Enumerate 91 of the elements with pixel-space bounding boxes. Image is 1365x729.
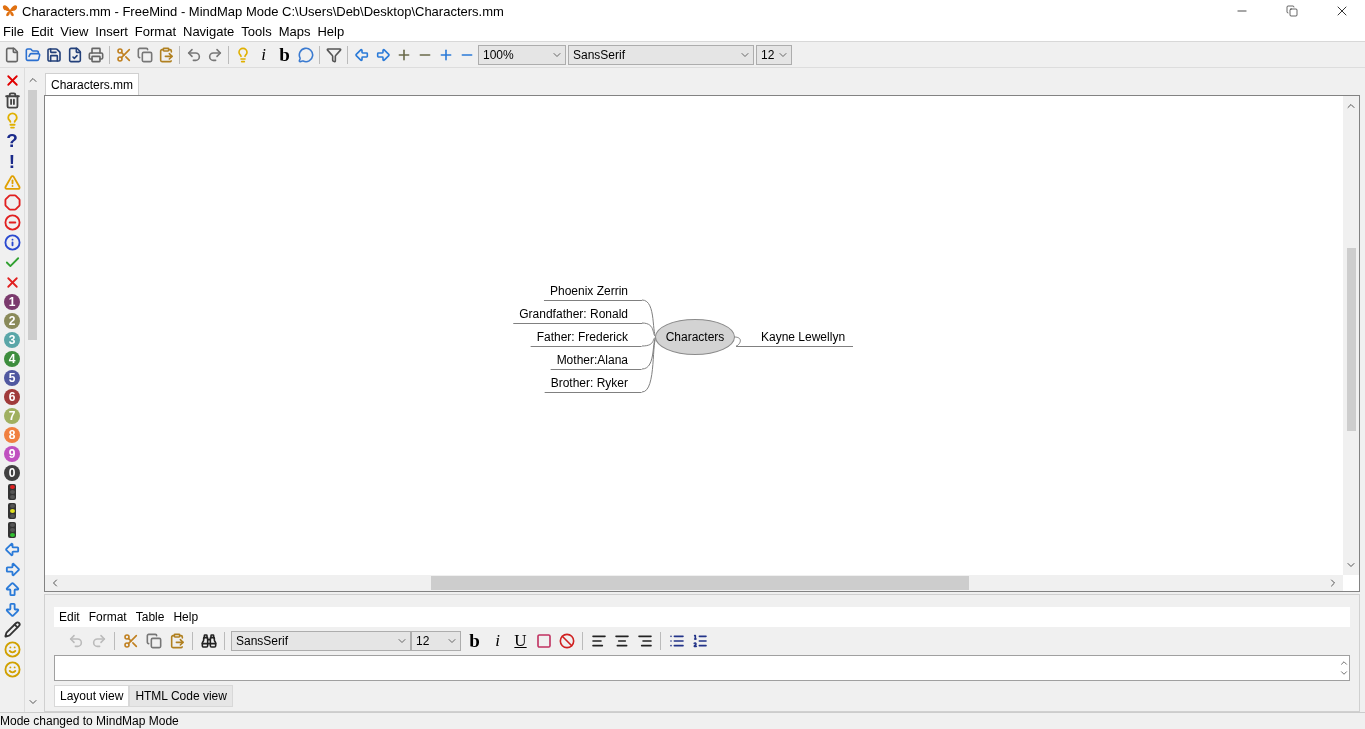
font-size-dropdown[interactable]: 12 (411, 631, 461, 651)
view-tab[interactable]: HTML Code view (129, 685, 233, 707)
menu-item[interactable]: Help (314, 24, 349, 39)
scrollbar-thumb[interactable] (28, 90, 37, 340)
number-icon[interactable]: 1 (4, 294, 20, 310)
arrow-right-icon[interactable] (374, 46, 391, 63)
menu-item[interactable]: Edit (56, 610, 84, 624)
copy-icon[interactable] (145, 633, 162, 649)
menu-item[interactable]: Maps (275, 24, 315, 39)
traffic-light-icon[interactable] (8, 484, 16, 500)
clear-format-icon[interactable] (558, 633, 575, 649)
note-input-field[interactable] (54, 655, 1350, 681)
warning-icon[interactable] (3, 174, 21, 191)
traffic-light-icon[interactable] (8, 522, 16, 538)
filter-icon[interactable] (325, 46, 342, 63)
menu-item[interactable]: Help (170, 610, 203, 624)
status-bar: Mode changed to MindMap Mode (0, 712, 1365, 729)
font-dropdown[interactable]: SansSerif (568, 44, 754, 65)
number-icon[interactable]: 9 (4, 446, 20, 462)
mind-map-node[interactable]: Grandfather: Ronald (513, 306, 642, 324)
symbol-icon[interactable]: ? (3, 132, 21, 150)
align-center-icon[interactable] (613, 633, 630, 649)
number-icon[interactable]: 6 (4, 389, 20, 405)
bullet-list-icon[interactable] (668, 633, 685, 649)
scroll-up-icon[interactable] (1339, 658, 1349, 668)
scrollbar-thumb[interactable] (1346, 247, 1356, 431)
number-icon[interactable]: 2 (4, 313, 20, 329)
pencil-icon[interactable] (3, 621, 21, 638)
arrow-left-icon[interactable] (353, 46, 370, 63)
bold-button[interactable]: b (275, 44, 294, 65)
save-icon[interactable] (45, 46, 62, 63)
number-icon[interactable]: 0 (4, 465, 20, 481)
menu-item[interactable]: Format (131, 24, 180, 39)
arrow-left-icon[interactable] (3, 541, 21, 558)
mind-map-node[interactable]: Kayne Lewellyn (736, 329, 854, 347)
menu-item[interactable]: Tools (238, 24, 276, 39)
font-size-dropdown[interactable]: 12 (756, 44, 792, 65)
connector-line (733, 336, 741, 347)
menu-item[interactable]: Navigate (180, 24, 239, 39)
numbered-list-icon[interactable] (691, 633, 708, 649)
stop-sign-icon[interactable] (3, 194, 21, 211)
scrollbar-thumb[interactable] (431, 576, 969, 590)
italic-button[interactable]: i (488, 631, 507, 651)
arrow-right-icon[interactable] (3, 561, 21, 578)
new-file-icon[interactable] (3, 46, 20, 63)
mind-map-node[interactable]: Phoenix Zerrin (543, 283, 642, 301)
window-title: Characters.mm - FreeMind - MindMap Mode C:\Users\Deb\Desktop\Characters.mm (22, 3, 505, 19)
binoculars-icon[interactable] (200, 633, 217, 649)
save-as-icon[interactable] (66, 46, 83, 63)
copy-icon[interactable] (136, 46, 153, 63)
butterfly-logo-icon (2, 4, 18, 18)
arrow-up-icon[interactable] (3, 581, 21, 598)
smiley-icon[interactable] (3, 661, 21, 678)
align-left-icon[interactable] (590, 633, 607, 649)
root-node[interactable]: Characters (655, 318, 735, 355)
print-icon[interactable] (87, 46, 104, 63)
minus-circle-icon[interactable] (3, 214, 21, 231)
zoom-dropdown[interactable]: 100% (478, 44, 566, 65)
menu-item[interactable]: Insert (92, 24, 132, 39)
mind-map-node[interactable]: Mother:Alana (550, 352, 642, 370)
cut-icon[interactable] (122, 633, 139, 649)
speech-bubble-icon[interactable] (297, 46, 314, 63)
trash-icon[interactable] (3, 92, 21, 109)
menu-item[interactable]: Table (132, 610, 169, 624)
italic-button[interactable]: i (254, 44, 273, 65)
underline-button[interactable]: U (511, 631, 530, 651)
document-tab[interactable]: Characters.mm (45, 72, 139, 95)
paste-icon[interactable] (157, 46, 174, 63)
menu-item[interactable]: View (57, 24, 93, 39)
align-right-icon[interactable] (636, 633, 653, 649)
restore-icon (1286, 5, 1298, 17)
symbol-icon[interactable]: ! (3, 153, 21, 171)
font-dropdown[interactable]: SansSerif (231, 631, 411, 651)
menu-item[interactable]: File (0, 24, 28, 39)
menu-item[interactable]: Edit (27, 24, 58, 39)
arrow-down-icon[interactable] (3, 601, 21, 618)
scroll-down-icon[interactable] (1339, 668, 1349, 678)
traffic-light-icon[interactable] (8, 503, 16, 519)
cut-icon[interactable] (115, 46, 132, 63)
mind-map-node[interactable]: Brother: Ryker (544, 375, 642, 393)
number-icon[interactable]: 4 (4, 351, 20, 367)
redo-icon[interactable] (206, 46, 223, 63)
view-tab[interactable]: Layout view (54, 685, 130, 707)
menu-item[interactable]: Format (85, 610, 131, 624)
mind-map-node[interactable]: Father: Frederick (530, 329, 642, 347)
info-icon[interactable] (3, 234, 21, 251)
bold-button[interactable]: b (465, 631, 484, 651)
number-icon[interactable]: 5 (4, 370, 20, 386)
undo-icon[interactable] (185, 46, 202, 63)
paste-icon[interactable] (168, 633, 185, 649)
open-folder-icon[interactable] (24, 46, 41, 63)
